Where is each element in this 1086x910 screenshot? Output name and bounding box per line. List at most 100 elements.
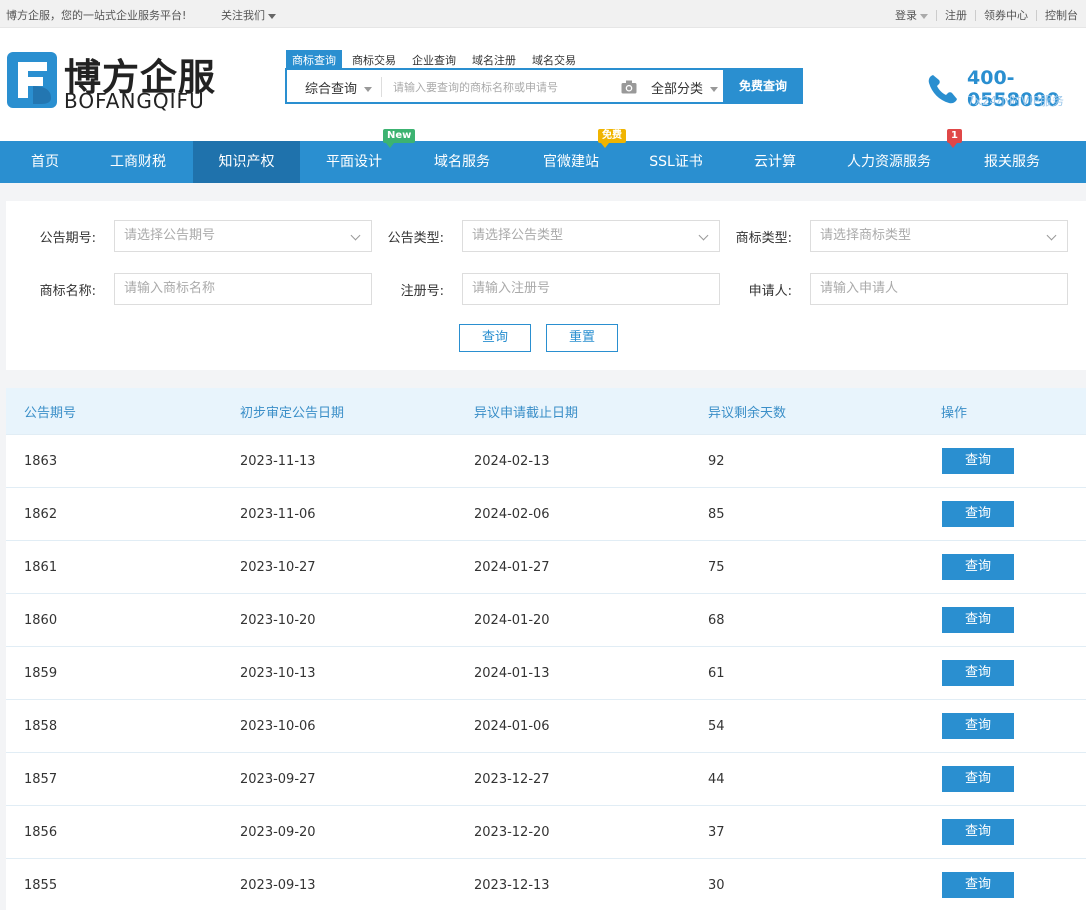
registration-number-label: 注册号:: [400, 284, 444, 299]
table-row: 1859 2023-10-13 2024-01-13 61 查询: [6, 646, 1086, 699]
tab-company-search[interactable]: 企业查询: [406, 50, 462, 68]
cell-issue: 1858: [24, 718, 58, 734]
nav-item-business-tax[interactable]: 工商财税: [92, 141, 184, 183]
cell-action: 查询: [942, 806, 1014, 858]
cell-deadline: 2024-01-27: [474, 559, 550, 575]
cell-action: 查询: [942, 753, 1014, 805]
nav-item-ssl[interactable]: SSL证书: [636, 141, 716, 183]
trademark-type-placeholder: 请选择商标类型: [820, 228, 912, 243]
issue-placeholder: 请选择公告期号: [124, 228, 216, 243]
reset-button[interactable]: 重置: [546, 324, 618, 352]
applicant-input[interactable]: 请输入申请人: [810, 273, 1068, 305]
category-select[interactable]: 全部分类: [651, 78, 719, 97]
query-button[interactable]: 查询: [942, 713, 1014, 739]
nav-item-home[interactable]: 首页: [14, 141, 76, 183]
top-bar: 博方企服，您的一站式企业服务平台! 关注我们 登录 注册 领券中心 控制台: [0, 0, 1086, 28]
table-row: 1860 2023-10-20 2024-01-20 68 查询: [6, 593, 1086, 646]
trademark-name-label: 商标名称:: [39, 284, 96, 299]
register-link[interactable]: 注册: [945, 7, 967, 23]
free-search-button[interactable]: 免费查询: [723, 68, 803, 104]
table-row: 1855 2023-09-13 2023-12-13 30 查询: [6, 858, 1086, 910]
tab-domain-register[interactable]: 域名注册: [466, 50, 522, 68]
cell-deadline: 2023-12-13: [474, 877, 550, 893]
main-nav: 首页 工商财税 知识产权 平面设计 域名服务 官微建站 SSL证书 云计算 人力…: [0, 141, 1086, 183]
new-badge: New: [383, 129, 416, 143]
search-scope-label: 综合查询: [305, 82, 358, 97]
badge-tail: [601, 143, 609, 148]
cell-action: 查询: [942, 488, 1014, 540]
cell-remaining-days: 92: [708, 453, 725, 469]
announcement-type-placeholder: 请选择公告类型: [472, 228, 564, 243]
search-input[interactable]: 请输入要查询的商标名称或申请号: [393, 79, 558, 95]
query-button[interactable]: 查询: [942, 819, 1014, 845]
trademark-type-select[interactable]: 请选择商标类型: [810, 220, 1068, 252]
nav-item-cloud[interactable]: 云计算: [740, 141, 810, 183]
logo-english[interactable]: BOFANGQIFU: [64, 89, 205, 113]
chevron-down-icon: [920, 13, 928, 19]
cell-announce-date: 2023-10-27: [240, 559, 316, 575]
tab-trademark-trade[interactable]: 商标交易: [346, 50, 402, 68]
tab-domain-trade[interactable]: 域名交易: [526, 50, 582, 68]
nav-item-customs[interactable]: 报关服务: [970, 141, 1054, 183]
nav-item-ip[interactable]: 知识产权: [193, 141, 300, 183]
search-box: 综合查询 请输入要查询的商标名称或申请号 全部分类 免费查询: [285, 68, 803, 104]
query-button[interactable]: 查询: [942, 554, 1014, 580]
column-header-issue: 公告期号: [24, 405, 77, 421]
issue-label: 公告期号:: [39, 231, 96, 246]
tab-trademark-search[interactable]: 商标查询: [286, 50, 342, 68]
coupon-center-link[interactable]: 领券中心: [984, 7, 1028, 23]
column-header-announce-date: 初步审定公告日期: [240, 405, 345, 421]
trademark-name-input[interactable]: 请输入商标名称: [114, 273, 372, 305]
issue-select[interactable]: 请选择公告期号: [114, 220, 372, 252]
cell-issue: 1855: [24, 877, 58, 893]
badge-tail: [949, 143, 957, 148]
table-row: 1863 2023-11-13 2024-02-13 92 查询: [6, 434, 1086, 487]
query-button[interactable]: 查询: [942, 872, 1014, 898]
table-row: 1857 2023-09-27 2023-12-27 44 查询: [6, 752, 1086, 805]
query-button[interactable]: 查询: [942, 448, 1014, 474]
cell-announce-date: 2023-09-27: [240, 771, 316, 787]
table-body: 1863 2023-11-13 2024-02-13 92 查询 1862 2023-11-…: [6, 434, 1086, 910]
search-scope-select[interactable]: 综合查询: [305, 78, 373, 97]
free-badge: 免费: [598, 129, 626, 143]
chevron-down-icon: [268, 13, 276, 19]
divider: [936, 9, 937, 21]
cell-deadline: 2024-02-13: [474, 453, 550, 469]
cell-deadline: 2024-01-13: [474, 665, 550, 681]
site-header: 博方企服 BOFANGQIFU 商标查询 商标交易 企业查询 域名注册 域名交易…: [0, 28, 1086, 141]
nav-item-domain[interactable]: 域名服务: [418, 141, 506, 183]
cell-remaining-days: 61: [708, 665, 725, 681]
cell-remaining-days: 75: [708, 559, 725, 575]
count-badge: 1: [947, 129, 962, 143]
cell-announce-date: 2023-10-20: [240, 612, 316, 628]
cell-issue: 1863: [24, 453, 58, 469]
query-button[interactable]: 查询: [942, 660, 1014, 686]
registration-number-input[interactable]: 请输入注册号: [462, 273, 720, 305]
divider: [381, 77, 382, 97]
column-header-remaining-days: 异议剩余天数: [708, 405, 787, 421]
cell-announce-date: 2023-10-13: [240, 665, 316, 681]
search-button[interactable]: 查询: [459, 324, 531, 352]
camera-icon[interactable]: [621, 80, 637, 94]
hotline-subtitle: 7x24小时VIP服务: [967, 94, 1064, 108]
login-label: 登录: [895, 9, 917, 22]
nav-item-hr[interactable]: 人力资源服务: [836, 141, 942, 183]
nav-item-graphic-design[interactable]: 平面设计: [310, 141, 398, 183]
cell-issue: 1862: [24, 506, 58, 522]
phone-icon: [928, 75, 957, 104]
announcement-type-select[interactable]: 请选择公告类型: [462, 220, 720, 252]
cell-issue: 1856: [24, 824, 58, 840]
follow-us-menu[interactable]: 关注我们: [221, 7, 276, 23]
trademark-type-label: 商标类型:: [735, 231, 792, 246]
console-link[interactable]: 控制台: [1045, 7, 1078, 23]
logo-icon[interactable]: [7, 52, 57, 108]
query-button[interactable]: 查询: [942, 766, 1014, 792]
cell-deadline: 2024-01-20: [474, 612, 550, 628]
cell-deadline: 2023-12-20: [474, 824, 550, 840]
query-button[interactable]: 查询: [942, 501, 1014, 527]
cell-announce-date: 2023-09-20: [240, 824, 316, 840]
cell-issue: 1861: [24, 559, 58, 575]
query-button[interactable]: 查询: [942, 607, 1014, 633]
cell-issue: 1857: [24, 771, 58, 787]
login-link[interactable]: 登录: [895, 7, 928, 23]
